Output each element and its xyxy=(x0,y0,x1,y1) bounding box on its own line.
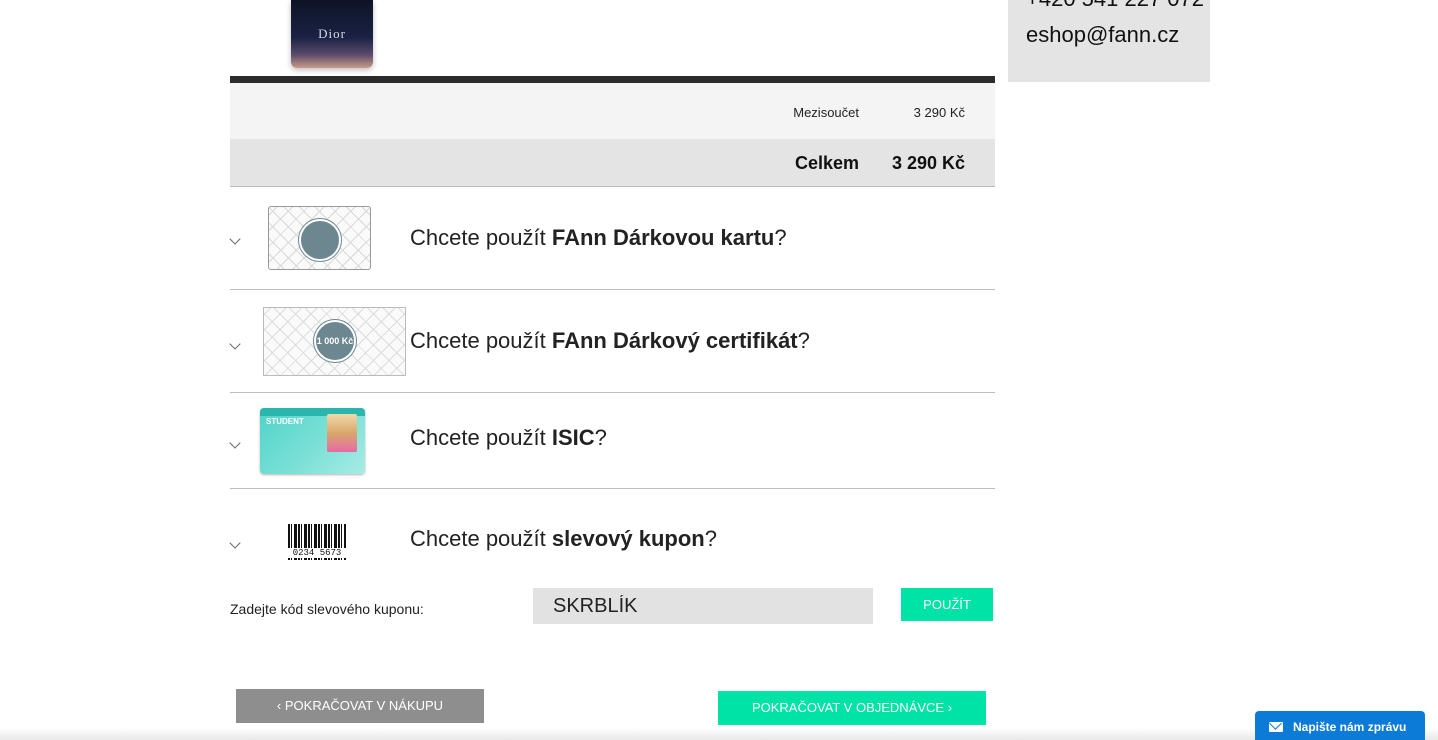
apply-coupon-button[interactable]: POUŽÍT xyxy=(901,588,993,621)
coupon-option[interactable]: 0234 5673 Chcete použít slevový kupon? xyxy=(230,489,995,579)
perfume-bottle: Dior xyxy=(291,0,373,68)
option-suffix: ? xyxy=(774,225,787,250)
contact-email[interactable]: eshop@fann.cz xyxy=(1026,22,1179,48)
option-name: ISIC xyxy=(551,425,595,450)
continue-order-button[interactable]: POKRAČOVAT V OBJEDNÁVCE › xyxy=(718,691,986,725)
gift-certificate-image: 1 000 Kč xyxy=(263,307,406,376)
chevron-down-icon[interactable] xyxy=(230,539,242,549)
continue-shopping-button[interactable]: ‹ POKRAČOVAT V NÁKUPU xyxy=(236,689,484,723)
subtotal-label: Mezisoučet xyxy=(793,105,859,120)
contact-phone[interactable]: +420 541 227 072 xyxy=(1026,0,1204,12)
order-summary: Mezisoučet 3 290 Kč Celkem 3 290 Kč xyxy=(230,83,995,187)
gift-card-medal xyxy=(299,219,341,261)
total-label: Celkem xyxy=(794,153,859,173)
isic-card-text: STUDENT xyxy=(266,417,304,426)
coupon-label: Zadejte kód slevového kuponu: xyxy=(230,601,424,617)
option-name: slevový kupon xyxy=(551,526,705,551)
subtotal-value: 3 290 Kč xyxy=(913,105,965,120)
gift-certificate-option[interactable]: 1 000 Kč Chcete použít FAnn Dárkový cert… xyxy=(230,290,995,393)
gift-certificate-title[interactable]: Chcete použít FAnn Dárkový certifikát? xyxy=(410,328,810,354)
option-prefix: Chcete použít xyxy=(410,425,552,450)
chevron-down-icon[interactable] xyxy=(230,340,242,350)
chevron-down-icon[interactable] xyxy=(230,439,242,449)
bottle-brand-label: Dior xyxy=(318,26,346,41)
chat-widget-button[interactable]: Napište nám zprávu xyxy=(1255,711,1425,740)
certificate-medal: 1 000 Kč xyxy=(314,320,356,362)
option-prefix: Chcete použít xyxy=(410,526,552,551)
option-suffix: ? xyxy=(594,425,607,450)
envelope-icon xyxy=(1269,722,1283,732)
coupon-input[interactable] xyxy=(533,588,873,624)
option-name: FAnn Dárkový certifikát xyxy=(551,328,798,353)
isic-card-image: STUDENT xyxy=(260,408,365,474)
bottom-shadow xyxy=(0,728,1438,740)
barcode-number: 0234 5673 xyxy=(288,548,346,558)
subtotal-row: Mezisoučet 3 290 Kč xyxy=(230,83,995,139)
chevron-down-icon[interactable] xyxy=(230,235,242,245)
isic-option[interactable]: STUDENT Chcete použít ISIC? xyxy=(230,393,995,489)
gift-card-option[interactable]: Chcete použít FAnn Dárkovou kartu? xyxy=(230,187,995,290)
isic-photo xyxy=(327,414,357,452)
total-row: Celkem 3 290 Kč xyxy=(230,139,995,187)
gift-card-title[interactable]: Chcete použít FAnn Dárkovou kartu? xyxy=(410,225,787,251)
option-prefix: Chcete použít xyxy=(410,225,552,250)
cart-divider xyxy=(230,76,995,83)
gift-card-image xyxy=(268,206,371,270)
option-suffix: ? xyxy=(797,328,810,353)
option-name: FAnn Dárkovou kartu xyxy=(551,225,775,250)
contact-box: +420 541 227 072 eshop@fann.cz xyxy=(1008,0,1210,82)
coupon-title[interactable]: Chcete použít slevový kupon? xyxy=(410,526,717,552)
option-prefix: Chcete použít xyxy=(410,328,552,353)
product-image: Dior xyxy=(255,0,430,70)
total-value: 3 290 Kč xyxy=(891,153,965,173)
isic-title[interactable]: Chcete použít ISIC? xyxy=(410,425,607,451)
chat-label: Napište nám zprávu xyxy=(1293,720,1407,734)
option-suffix: ? xyxy=(704,526,717,551)
